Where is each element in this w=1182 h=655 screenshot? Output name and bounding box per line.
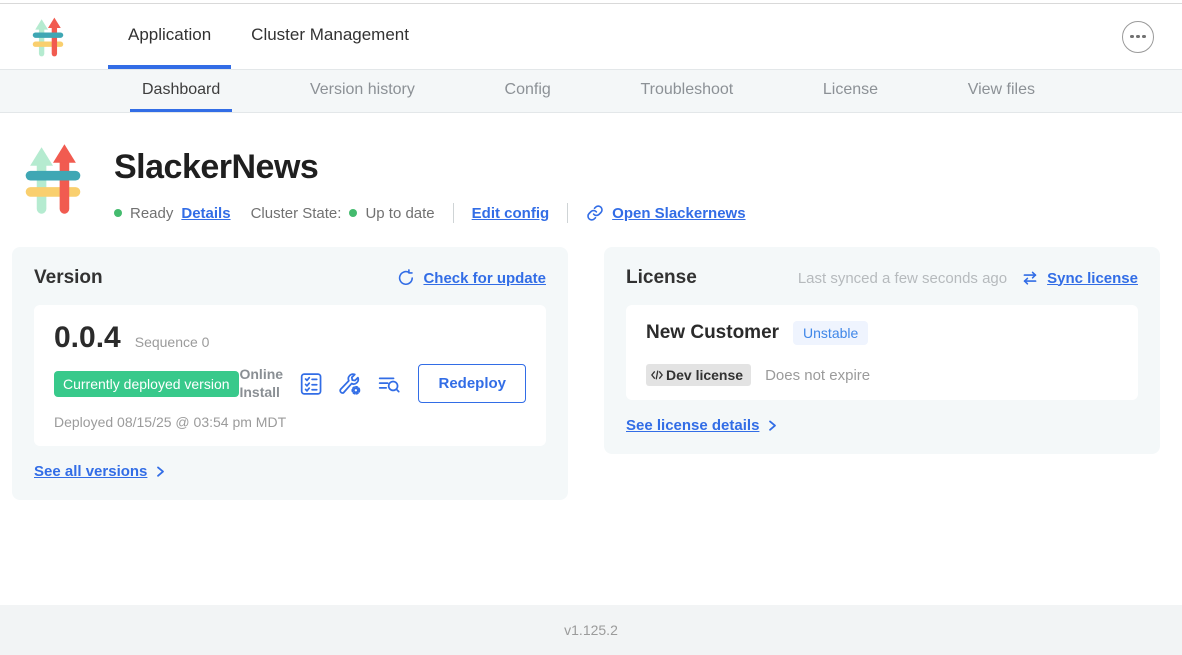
refresh-icon [397,269,415,287]
app-logo-large [22,140,84,218]
deployed-badge: Currently deployed version [54,371,239,397]
license-card-title: License [626,267,697,289]
license-type-label: Dev license [666,367,743,383]
version-card-title: Version [34,267,103,289]
license-type-badge: Dev license [646,364,751,386]
logs-magnifier-icon [376,371,402,397]
tab-license[interactable]: License [811,70,890,112]
license-detail-panel: New Customer Unstable Dev license Does n… [626,305,1138,400]
license-expiration: Does not expire [765,367,870,384]
divider [567,203,568,223]
dashboard-cards: Version Check for update 0.0.4 Sequence … [12,247,1170,500]
code-icon [650,368,664,382]
current-version-panel: 0.0.4 Sequence 0 Currently deployed vers… [34,305,546,446]
app-sub-nav: Dashboard Version history Config Trouble… [0,70,1182,113]
tab-troubleshoot[interactable]: Troubleshoot [628,70,745,112]
tab-application[interactable]: Application [108,4,231,69]
chevron-right-icon [766,419,778,432]
sync-icon [1021,269,1039,287]
tab-version-history[interactable]: Version history [298,70,427,112]
cluster-state-value: Up to date [365,205,434,222]
wrench-gear-icon [337,371,363,397]
last-synced-label: Last synced a few seconds ago [798,270,1007,287]
preflight-checks-button[interactable] [298,371,324,397]
app-logo-small [30,4,66,69]
tab-dashboard[interactable]: Dashboard [130,70,232,112]
edit-config-version-button[interactable] [337,371,363,397]
preflight-checklist-icon [298,371,324,397]
chevron-right-icon [154,465,166,478]
tab-view-files[interactable]: View files [956,70,1047,112]
slackernews-logo-icon [30,16,66,58]
redeploy-button[interactable]: Redeploy [418,364,526,403]
version-card: Version Check for update 0.0.4 Sequence … [12,247,568,500]
top-nav: Application Cluster Management [0,4,1182,70]
status-details-link[interactable]: Details [181,205,230,222]
edit-config-link[interactable]: Edit config [472,205,550,222]
sync-license-link[interactable]: Sync license [1047,270,1138,287]
divider [453,203,454,223]
app-status-row: Ready Details Cluster State: Up to date … [114,203,746,223]
install-type-label: Online Install [239,366,285,401]
deployed-timestamp: Deployed 08/15/25 @ 03:54 pm MDT [54,413,289,432]
see-license-details-link[interactable]: See license details [626,417,759,434]
sequence-label: Sequence 0 [135,334,210,350]
overflow-menu-button[interactable] [1122,21,1154,53]
tab-cluster-management[interactable]: Cluster Management [231,4,429,69]
check-for-update-link[interactable]: Check for update [423,270,546,287]
console-footer: v1.125.2 [0,605,1182,655]
app-header: SlackerNews Ready Details Cluster State:… [22,140,1170,223]
customer-name: New Customer [646,322,779,344]
console-version: v1.125.2 [564,622,618,638]
tab-config[interactable]: Config [493,70,563,112]
channel-badge: Unstable [793,321,868,345]
open-app-link[interactable]: Open Slackernews [612,205,745,222]
app-status-label: Ready [130,205,173,222]
app-status-dot [114,209,122,217]
license-card: License Last synced a few seconds ago Sy… [604,247,1160,454]
page-title: SlackerNews [114,148,746,187]
view-deploy-logs-button[interactable] [376,371,402,397]
version-number: 0.0.4 [54,321,121,355]
see-all-versions-link[interactable]: See all versions [34,463,147,480]
ellipsis-icon [1130,35,1134,39]
link-icon [586,204,604,222]
dashboard-main: SlackerNews Ready Details Cluster State:… [0,113,1182,605]
cluster-state-label: Cluster State: [251,205,342,222]
cluster-state-dot [349,209,357,217]
